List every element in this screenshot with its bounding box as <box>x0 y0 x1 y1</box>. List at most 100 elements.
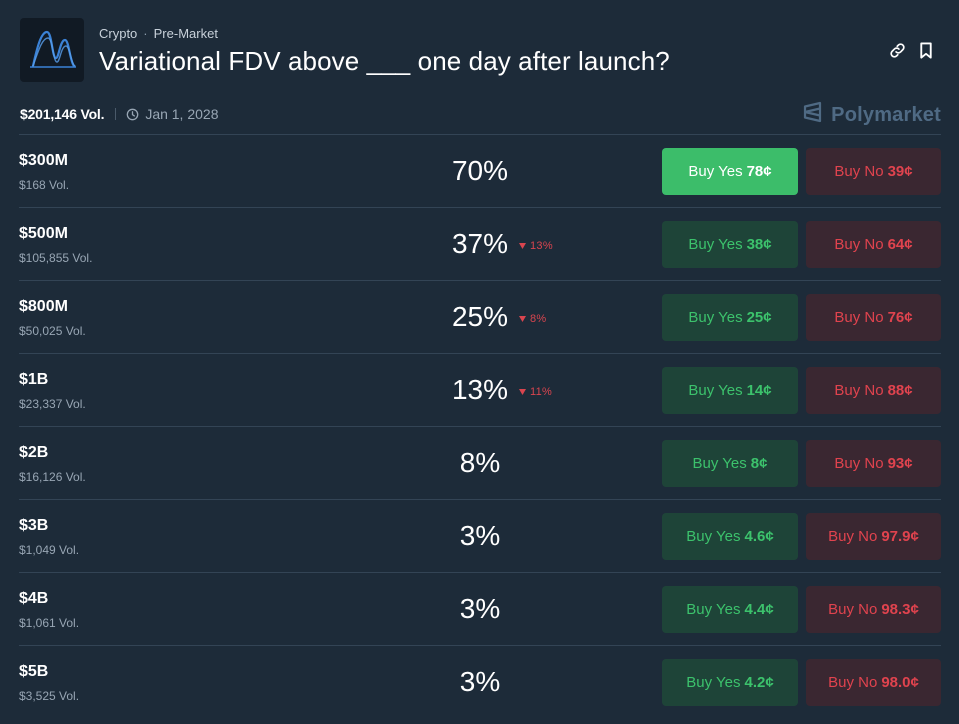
buy-no-price: 39¢ <box>887 163 913 180</box>
buy-yes-button[interactable]: Buy Yes 78¢ <box>662 148 798 195</box>
polymarket-wordmark: Polymarket <box>831 103 941 126</box>
outcome-volume: $23,337 Vol. <box>19 397 86 411</box>
market-logo-icon <box>20 18 84 82</box>
buy-no-button[interactable]: Buy No 97.9¢ <box>806 513 941 560</box>
breadcrumb-subcategory[interactable]: Pre-Market <box>154 26 218 41</box>
buy-yes-price: 78¢ <box>746 163 772 180</box>
buy-no-button[interactable]: Buy No 39¢ <box>806 148 941 195</box>
breadcrumb-separator: · <box>143 26 148 41</box>
page-title: Variational FDV above ___ one day after … <box>99 46 670 76</box>
breadcrumb-category[interactable]: Crypto <box>99 26 137 41</box>
outcome-row[interactable]: $800M $50,025 Vol. 25% 8% Buy Yes 25¢ Buy No 76… <box>19 280 941 353</box>
buy-yes-label: Buy Yes <box>688 382 743 399</box>
outcome-row[interactable]: $4B $1,061 Vol. 3% Buy Yes 4.4¢ Buy No 98.3¢ <box>19 572 941 645</box>
meta-divider <box>115 108 117 120</box>
buy-yes-button[interactable]: Buy Yes 38¢ <box>662 221 798 268</box>
outcome-label: $2B <box>19 444 49 461</box>
buy-yes-label: Buy Yes <box>686 528 741 545</box>
outcome-row[interactable]: $500M $105,855 Vol. 37% 13% Buy Yes 38¢ Buy No… <box>19 207 941 280</box>
buy-yes-button[interactable]: Buy Yes 4.2¢ <box>662 659 798 706</box>
buy-no-label: Buy No <box>828 601 878 618</box>
buy-no-label: Buy No <box>834 163 884 180</box>
outcome-list: $300M $168 Vol. 70% Buy Yes 78¢ Buy No 39¢ $500… <box>19 134 941 718</box>
outcome-volume: $1,049 Vol. <box>19 543 80 557</box>
outcome-row[interactable]: $1B $23,337 Vol. 13% 11% Buy Yes 14¢ Buy No 88¢ <box>19 353 941 426</box>
buy-yes-button[interactable]: Buy Yes 4.6¢ <box>662 513 798 560</box>
buy-no-label: Buy No <box>834 236 884 253</box>
buy-no-button[interactable]: Buy No 98.0¢ <box>806 659 941 706</box>
buy-no-price: 97.9¢ <box>881 528 919 545</box>
outcome-probability: 3% <box>459 666 501 697</box>
buy-yes-button[interactable]: Buy Yes 8¢ <box>662 440 798 487</box>
outcome-row[interactable]: $3B $1,049 Vol. 3% Buy Yes 4.6¢ Buy No 97.9¢ <box>19 499 941 572</box>
total-volume: $201,146 Vol. <box>20 106 105 122</box>
buy-yes-label: Buy Yes <box>688 309 743 326</box>
polymarket-logo-icon <box>802 101 824 129</box>
buy-yes-button[interactable]: Buy Yes 14¢ <box>662 367 798 414</box>
outcome-label: $500M <box>19 225 68 242</box>
buy-no-price: 98.0¢ <box>881 674 919 691</box>
buy-no-button[interactable]: Buy No 98.3¢ <box>806 586 941 633</box>
buy-no-button[interactable]: Buy No 76¢ <box>806 294 941 341</box>
buy-yes-button[interactable]: Buy Yes 25¢ <box>662 294 798 341</box>
outcome-label: $5B <box>19 663 49 680</box>
buy-no-price: 93¢ <box>887 455 913 472</box>
down-triangle-icon <box>519 316 526 322</box>
buy-no-button[interactable]: Buy No 64¢ <box>806 221 941 268</box>
buy-no-label: Buy No <box>834 455 884 472</box>
buy-no-price: 64¢ <box>887 236 913 253</box>
down-triangle-icon <box>519 243 526 249</box>
buy-yes-button[interactable]: Buy Yes 4.4¢ <box>662 586 798 633</box>
buy-no-price: 98.3¢ <box>881 601 919 618</box>
buy-no-button[interactable]: Buy No 88¢ <box>806 367 941 414</box>
outcome-row[interactable]: $2B $16,126 Vol. 8% Buy Yes 8¢ Buy No 93¢ <box>19 426 941 499</box>
outcome-probability: 13% <box>451 374 509 405</box>
outcome-label: $300M <box>19 152 68 169</box>
buy-yes-label: Buy Yes <box>686 674 741 691</box>
outcome-label: $3B <box>19 517 49 534</box>
probability-change-value: 8% <box>530 313 547 325</box>
end-date: Jan 1, 2028 <box>145 106 219 122</box>
breadcrumb: Crypto · Pre-Market <box>99 26 218 41</box>
buy-yes-price: 14¢ <box>746 382 772 399</box>
bookmark-icon[interactable] <box>916 40 936 60</box>
outcome-probability: 3% <box>459 520 501 551</box>
outcome-label: $4B <box>19 590 49 607</box>
market-card: Crypto · Pre-Market Variational FDV abov… <box>0 0 959 724</box>
market-meta: $201,146 Vol. Jan 1, 2028 <box>20 105 218 123</box>
buy-yes-price: 25¢ <box>746 309 772 326</box>
outcome-volume: $16,126 Vol. <box>19 470 86 484</box>
buy-no-button[interactable]: Buy No 93¢ <box>806 440 941 487</box>
outcome-volume: $3,525 Vol. <box>19 689 80 703</box>
outcome-row[interactable]: $5B $3,525 Vol. 3% Buy Yes 4.2¢ Buy No 98.0¢ <box>19 645 941 718</box>
outcome-label: $800M <box>19 298 68 315</box>
buy-no-label: Buy No <box>834 382 884 399</box>
outcome-volume: $1,061 Vol. <box>19 616 80 630</box>
outcome-probability: 3% <box>459 593 501 624</box>
buy-yes-price: 4.2¢ <box>744 674 774 691</box>
buy-no-price: 76¢ <box>887 309 913 326</box>
outcome-row[interactable]: $300M $168 Vol. 70% Buy Yes 78¢ Buy No 39¢ <box>19 134 941 207</box>
outcome-label: $1B <box>19 371 49 388</box>
outcome-volume: $105,855 Vol. <box>19 251 93 265</box>
outcome-volume: $50,025 Vol. <box>19 324 86 338</box>
polymarket-brand: Polymarket <box>802 101 941 129</box>
outcome-probability: 37% <box>451 228 509 259</box>
buy-yes-label: Buy Yes <box>688 236 743 253</box>
outcome-volume: $168 Vol. <box>19 178 70 192</box>
buy-yes-price: 8¢ <box>750 455 768 472</box>
buy-yes-price: 4.4¢ <box>744 601 774 618</box>
clock-icon <box>126 108 139 121</box>
probability-change-value: 13% <box>530 240 553 252</box>
probability-change: 11% <box>519 386 552 398</box>
buy-no-price: 88¢ <box>887 382 913 399</box>
probability-change: 8% <box>519 313 547 325</box>
buy-yes-label: Buy Yes <box>686 601 741 618</box>
buy-no-label: Buy No <box>834 309 884 326</box>
link-icon[interactable] <box>887 40 907 60</box>
outcome-probability: 70% <box>451 155 509 186</box>
buy-yes-label: Buy Yes <box>688 163 743 180</box>
outcome-probability: 25% <box>451 301 509 332</box>
buy-yes-price: 4.6¢ <box>744 528 774 545</box>
buy-no-label: Buy No <box>828 674 878 691</box>
